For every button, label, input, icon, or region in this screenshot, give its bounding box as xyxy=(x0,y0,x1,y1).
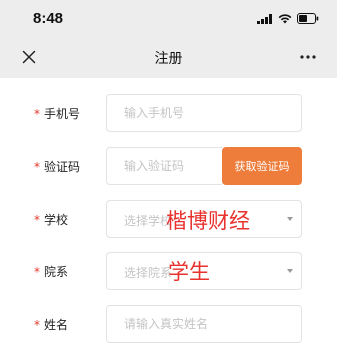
code-label: * 验证码 xyxy=(34,158,80,175)
more-icon xyxy=(300,55,316,59)
page-title: 注册 xyxy=(154,51,183,67)
status-icons xyxy=(257,13,319,24)
name-label: * 姓名 xyxy=(34,316,68,333)
phone-label: * 手机号 xyxy=(34,105,80,122)
status-bar: 8:48 xyxy=(0,0,337,36)
code-field xyxy=(106,147,222,185)
chevron-down-icon xyxy=(287,269,293,273)
department-row: * 院系 选择院系 xyxy=(0,252,337,292)
phone-label-text: 手机号 xyxy=(44,107,81,121)
required-mark: * xyxy=(34,160,40,174)
required-mark: * xyxy=(34,213,40,227)
name-field xyxy=(106,305,302,343)
department-label: * 院系 xyxy=(34,263,68,280)
required-mark: * xyxy=(34,107,40,121)
name-label-text: 姓名 xyxy=(44,318,69,332)
phone-row: * 手机号 xyxy=(0,94,337,134)
department-select[interactable]: 选择院系 xyxy=(106,252,302,290)
school-row: * 学校 选择学校 xyxy=(0,200,337,240)
code-row: * 验证码 获取验证码 xyxy=(0,147,337,187)
wifi-icon xyxy=(278,13,292,23)
school-select[interactable]: 选择学校 xyxy=(106,200,302,238)
department-select-placeholder: 选择院系 xyxy=(124,266,173,280)
get-code-button[interactable]: 获取验证码 xyxy=(222,147,302,185)
code-label-text: 验证码 xyxy=(44,160,81,174)
battery-icon xyxy=(297,13,319,24)
school-select-placeholder: 选择学校 xyxy=(124,214,173,228)
required-mark: * xyxy=(34,318,40,332)
nav-bar: 注册 xyxy=(0,36,337,78)
department-label-text: 院系 xyxy=(44,265,69,279)
required-mark: * xyxy=(34,265,40,279)
phone-input[interactable] xyxy=(107,95,301,131)
name-row: * 姓名 xyxy=(0,305,337,345)
status-time: 8:48 xyxy=(33,10,64,27)
name-input[interactable] xyxy=(107,306,301,342)
signal-icon xyxy=(257,13,272,24)
phone-field xyxy=(106,94,302,132)
chevron-down-icon xyxy=(287,217,293,221)
code-input[interactable] xyxy=(107,148,222,184)
school-label: * 学校 xyxy=(34,211,68,228)
more-options-button[interactable] xyxy=(297,46,319,68)
school-label-text: 学校 xyxy=(44,213,69,227)
